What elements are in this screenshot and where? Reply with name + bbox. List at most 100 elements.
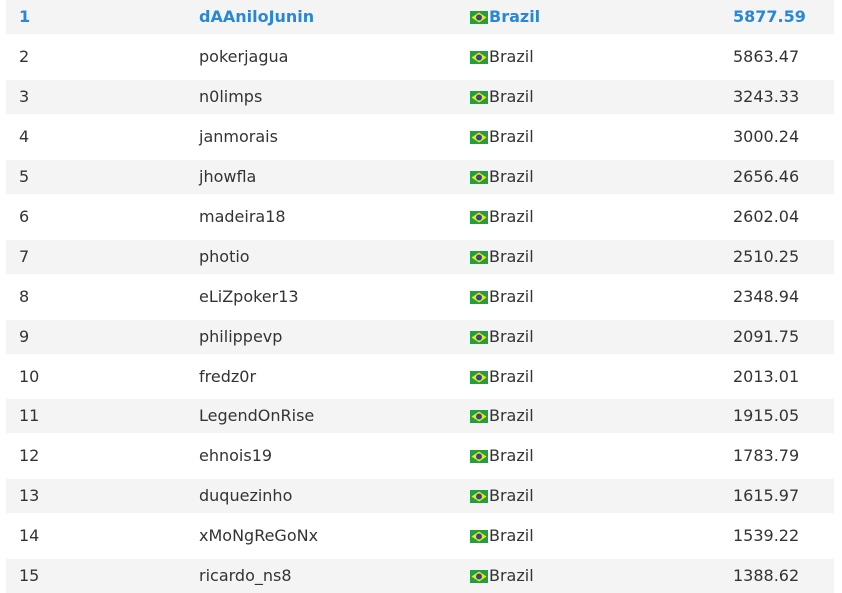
brazil-flag-icon — [470, 529, 488, 543]
table-row[interactable]: 12 ehnois19 Brazil 1783.79 — [6, 439, 834, 473]
score-cell: 1915.05 — [733, 406, 800, 425]
score-cell: 5877.59 — [733, 7, 806, 26]
country-name: Brazil — [489, 87, 534, 106]
table-row[interactable]: 9 philippevp Brazil 2091.75 — [6, 320, 834, 354]
score-cell: 1783.79 — [733, 446, 800, 465]
country-name: Brazil — [489, 7, 541, 26]
table-row[interactable]: 6 madeira18 Brazil 2602.04 — [6, 200, 834, 234]
country-name: Brazil — [489, 247, 534, 266]
table-row[interactable]: 11 LegendOnRise Brazil 1915.05 — [6, 399, 834, 433]
country-cell: Brazil — [470, 439, 534, 473]
country-cell: Brazil — [470, 320, 534, 354]
country-name: Brazil — [489, 287, 534, 306]
country-cell: Brazil — [470, 160, 534, 194]
score-cell: 1388.62 — [733, 566, 800, 585]
rank-cell: 7 — [19, 247, 30, 266]
country-cell: Brazil — [470, 40, 534, 74]
player-name-link[interactable]: ricardo_ns8 — [199, 559, 292, 593]
player-name-link[interactable]: jhowfla — [199, 160, 256, 194]
player-name-link[interactable]: photio — [199, 240, 250, 274]
country-name: Brazil — [489, 446, 534, 465]
country-name: Brazil — [489, 47, 534, 66]
rank-cell: 9 — [19, 327, 30, 346]
player-name-link[interactable]: dAAniloJunin — [199, 0, 314, 34]
rank-cell: 11 — [19, 406, 40, 425]
brazil-flag-icon — [470, 210, 488, 224]
table-row[interactable]: 3 n0limps Brazil 3243.33 — [6, 80, 834, 114]
score-cell: 3000.24 — [733, 127, 800, 146]
rank-cell: 3 — [19, 87, 30, 106]
brazil-flag-icon — [470, 50, 488, 64]
player-name-link[interactable]: fredz0r — [199, 360, 256, 394]
brazil-flag-icon — [470, 130, 488, 144]
brazil-flag-icon — [470, 250, 488, 264]
player-name-link[interactable]: madeira18 — [199, 200, 286, 234]
table-row[interactable]: 14 xMoNgReGoNx Brazil 1539.22 — [6, 519, 834, 553]
country-cell: Brazil — [470, 360, 534, 394]
table-row[interactable]: 2 pokerjagua Brazil 5863.47 — [6, 40, 834, 74]
country-name: Brazil — [489, 207, 534, 226]
brazil-flag-icon — [470, 290, 488, 304]
country-name: Brazil — [489, 486, 534, 505]
player-name-link[interactable]: pokerjagua — [199, 40, 288, 74]
rank-cell: 1 — [19, 7, 31, 26]
score-cell: 3243.33 — [733, 87, 800, 106]
player-name-link[interactable]: duquezinho — [199, 479, 292, 513]
country-cell: Brazil — [470, 280, 534, 314]
brazil-flag-icon — [470, 330, 488, 344]
country-cell: Brazil — [470, 519, 534, 553]
table-row[interactable]: 5 jhowfla Brazil 2656.46 — [6, 160, 834, 194]
brazil-flag-icon — [470, 569, 488, 583]
table-row[interactable]: 10 fredz0r Brazil 2013.01 — [6, 360, 834, 394]
table-row[interactable]: 15 ricardo_ns8 Brazil 1388.62 — [6, 559, 834, 593]
score-cell: 2656.46 — [733, 167, 800, 186]
rank-cell: 12 — [19, 446, 40, 465]
table-row[interactable]: 13 duquezinho Brazil 1615.97 — [6, 479, 834, 513]
brazil-flag-icon — [470, 370, 488, 384]
country-cell: Brazil — [470, 200, 534, 234]
country-cell: Brazil — [470, 240, 534, 274]
score-cell: 2091.75 — [733, 327, 800, 346]
rank-cell: 15 — [19, 566, 40, 585]
country-name: Brazil — [489, 526, 534, 545]
brazil-flag-icon — [470, 170, 488, 184]
score-cell: 2602.04 — [733, 207, 800, 226]
player-name-link[interactable]: ehnois19 — [199, 439, 272, 473]
country-name: Brazil — [489, 406, 534, 425]
score-cell: 2013.01 — [733, 367, 800, 386]
player-name-link[interactable]: LegendOnRise — [199, 399, 314, 433]
player-name-link[interactable]: eLiZpoker13 — [199, 280, 299, 314]
score-cell: 5863.47 — [733, 47, 800, 66]
player-name-link[interactable]: xMoNgReGoNx — [199, 519, 318, 553]
country-name: Brazil — [489, 566, 534, 585]
country-cell: Brazil — [470, 399, 534, 433]
country-name: Brazil — [489, 127, 534, 146]
table-row[interactable]: 8 eLiZpoker13 Brazil 2348.94 — [6, 280, 834, 314]
player-name-link[interactable]: philippevp — [199, 320, 282, 354]
brazil-flag-icon — [470, 409, 488, 423]
country-cell: Brazil — [470, 0, 540, 34]
rank-cell: 4 — [19, 127, 30, 146]
rank-cell: 5 — [19, 167, 30, 186]
score-cell: 1615.97 — [733, 486, 800, 505]
rank-cell: 8 — [19, 287, 30, 306]
country-cell: Brazil — [470, 479, 534, 513]
score-cell: 2510.25 — [733, 247, 800, 266]
score-cell: 2348.94 — [733, 287, 800, 306]
brazil-flag-icon — [470, 489, 488, 503]
country-name: Brazil — [489, 327, 534, 346]
rank-cell: 2 — [19, 47, 30, 66]
player-name-link[interactable]: n0limps — [199, 80, 262, 114]
rank-cell: 10 — [19, 367, 40, 386]
country-cell: Brazil — [470, 120, 534, 154]
table-row[interactable]: 4 janmorais Brazil 3000.24 — [6, 120, 834, 154]
player-name-link[interactable]: janmorais — [199, 120, 278, 154]
brazil-flag-icon — [470, 10, 488, 24]
country-name: Brazil — [489, 367, 534, 386]
rank-cell: 6 — [19, 207, 30, 226]
brazil-flag-icon — [470, 90, 488, 104]
table-row[interactable]: 1 dAAniloJunin Brazil 5877.59 — [6, 0, 834, 34]
score-cell: 1539.22 — [733, 526, 800, 545]
rank-cell: 13 — [19, 486, 40, 505]
table-row[interactable]: 7 photio Brazil 2510.25 — [6, 240, 834, 274]
